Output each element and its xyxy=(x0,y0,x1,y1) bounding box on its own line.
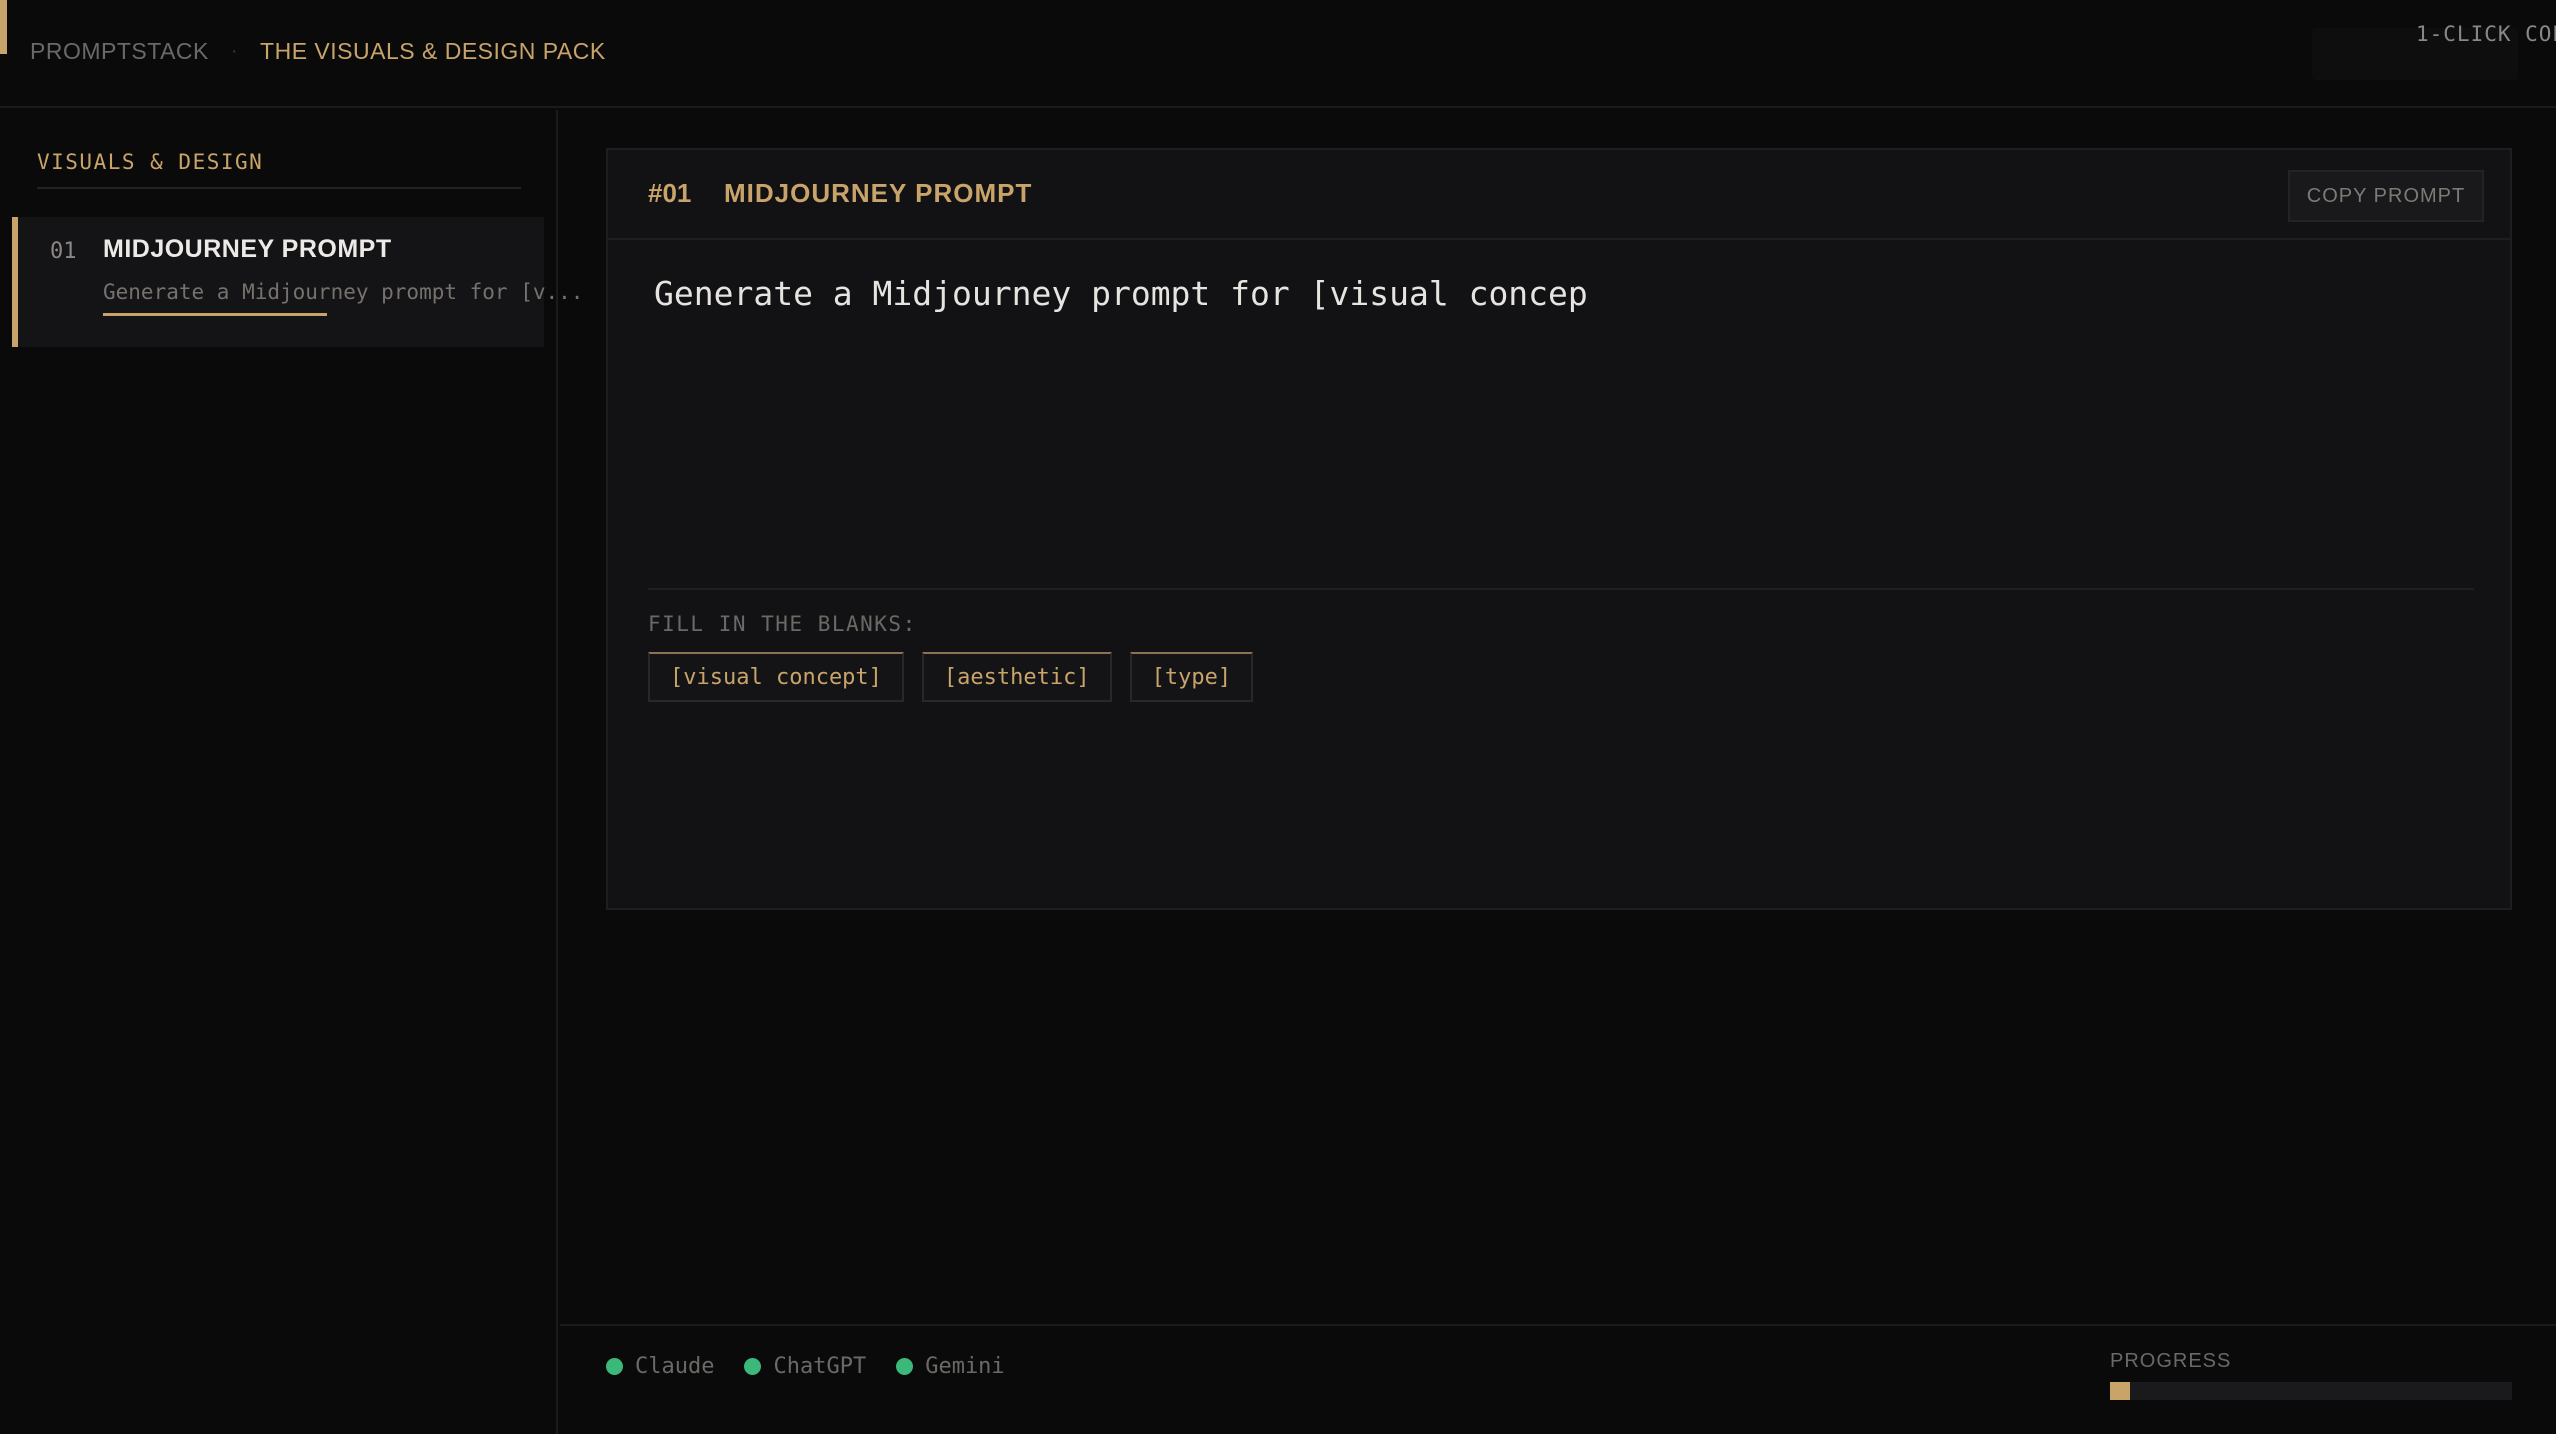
blank-chip-visual-concept[interactable]: [visual concept] xyxy=(648,652,904,702)
accent-bar xyxy=(0,0,7,54)
prompt-card-header: #01 MIDJOURNEY PROMPT COPY PROMPT xyxy=(608,150,2510,240)
model-label: ChatGPT xyxy=(773,1354,867,1379)
progress-fill xyxy=(2110,1382,2131,1400)
model-list: Claude ChatGPT Gemini xyxy=(606,1354,1005,1379)
progress-label: PROGRESS xyxy=(2110,1350,2232,1372)
breadcrumb-pack-title: THE VISUALS & DESIGN PACK xyxy=(260,37,606,64)
breadcrumb-brand[interactable]: PROMPTSTACK xyxy=(30,38,209,65)
blank-chip-aesthetic[interactable]: [aesthetic] xyxy=(921,652,1112,702)
breadcrumb: PROMPTSTACK · THE VISUALS & DESIGN PACK xyxy=(30,34,606,68)
status-dot-icon xyxy=(896,1358,914,1375)
one-click-copy-label: 1-CLICK COPY xyxy=(2416,22,2556,46)
sidebar-item-active-indicator xyxy=(103,313,327,316)
divider xyxy=(648,588,2474,590)
prompt-card: #01 MIDJOURNEY PROMPT COPY PROMPT Genera… xyxy=(606,148,2512,910)
copy-prompt-button[interactable]: COPY PROMPT xyxy=(2288,170,2484,222)
status-dot-icon xyxy=(606,1358,623,1375)
fill-in-blanks-label: FILL IN THE BLANKS: xyxy=(648,612,917,636)
sidebar-heading: VISUALS & DESIGN xyxy=(37,150,264,174)
breadcrumb-separator: · xyxy=(230,39,239,62)
sidebar: VISUALS & DESIGN 01 MIDJOURNEY PROMPT Ge… xyxy=(0,110,583,1434)
blank-chips: [visual concept] [aesthetic] [type] xyxy=(648,652,1254,702)
prompt-title: MIDJOURNEY PROMPT xyxy=(724,178,1033,208)
model-chatgpt: ChatGPT xyxy=(744,1354,866,1379)
model-gemini: Gemini xyxy=(896,1354,1005,1379)
prompt-number: #01 xyxy=(648,178,692,208)
sidebar-item-title: MIDJOURNEY PROMPT xyxy=(103,235,392,263)
sidebar-item-preview: Generate a Midjourney prompt for [v... xyxy=(103,280,584,304)
blank-chip-type[interactable]: [type] xyxy=(1129,652,1254,702)
model-claude: Claude xyxy=(606,1354,714,1379)
top-bar: PROMPTSTACK · THE VISUALS & DESIGN PACK … xyxy=(0,0,2556,108)
prompt-text: Generate a Midjourney prompt for [visual… xyxy=(654,274,1588,313)
progress-bar xyxy=(2110,1382,2512,1400)
sidebar-item-midjourney-prompt[interactable]: 01 MIDJOURNEY PROMPT Generate a Midjourn… xyxy=(12,217,583,347)
status-dot-icon xyxy=(744,1358,762,1375)
model-label: Gemini xyxy=(925,1354,1005,1379)
footer: Claude ChatGPT Gemini PROGRESS xyxy=(560,1324,2556,1434)
sidebar-item-number: 01 xyxy=(50,239,77,264)
model-label: Claude xyxy=(635,1354,715,1379)
divider xyxy=(37,187,521,189)
